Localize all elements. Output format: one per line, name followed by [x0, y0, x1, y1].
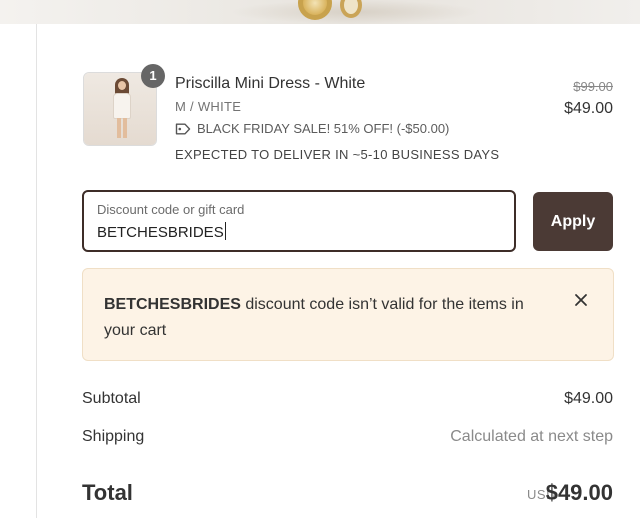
subtotal-label: Subtotal	[82, 390, 141, 407]
header-banner-image	[0, 0, 640, 24]
column-divider	[36, 24, 37, 518]
product-name: Priscilla Mini Dress - White	[175, 75, 366, 92]
subtotal-value: $49.00	[564, 390, 613, 407]
discount-code-input[interactable]: Discount code or gift card BETCHESBRIDES	[82, 190, 516, 252]
error-message: BETCHESBRIDES discount code isn’t valid …	[104, 292, 544, 344]
error-code: BETCHESBRIDES	[104, 296, 241, 313]
compare-at-price: $99.00	[573, 79, 613, 94]
discount-note-text: BLACK FRIDAY SALE! 51% OFF! (-$50.00)	[197, 121, 450, 136]
shipping-value: Calculated at next step	[450, 428, 613, 445]
discount-field-value[interactable]: BETCHESBRIDES	[97, 222, 226, 241]
product-discount-note: BLACK FRIDAY SALE! 51% OFF! (-$50.00)	[175, 121, 449, 136]
delivery-estimate: EXPECTED TO DELIVER IN ~5-10 BUSINESS DA…	[175, 147, 500, 162]
product-variant: M / WHITE	[175, 99, 242, 114]
quantity-badge: 1	[141, 64, 165, 88]
total-value: $49.00	[545, 480, 613, 505]
text-caret	[224, 222, 226, 240]
discount-field-label: Discount code or gift card	[97, 202, 245, 217]
tag-icon	[175, 123, 191, 134]
apply-button[interactable]: Apply	[533, 192, 613, 251]
discount-error-banner: BETCHESBRIDES discount code isn’t valid …	[82, 268, 614, 361]
total-label: Total	[82, 480, 133, 505]
close-icon[interactable]	[572, 291, 590, 309]
product-price: $49.00	[564, 100, 613, 117]
shipping-label: Shipping	[82, 428, 145, 445]
